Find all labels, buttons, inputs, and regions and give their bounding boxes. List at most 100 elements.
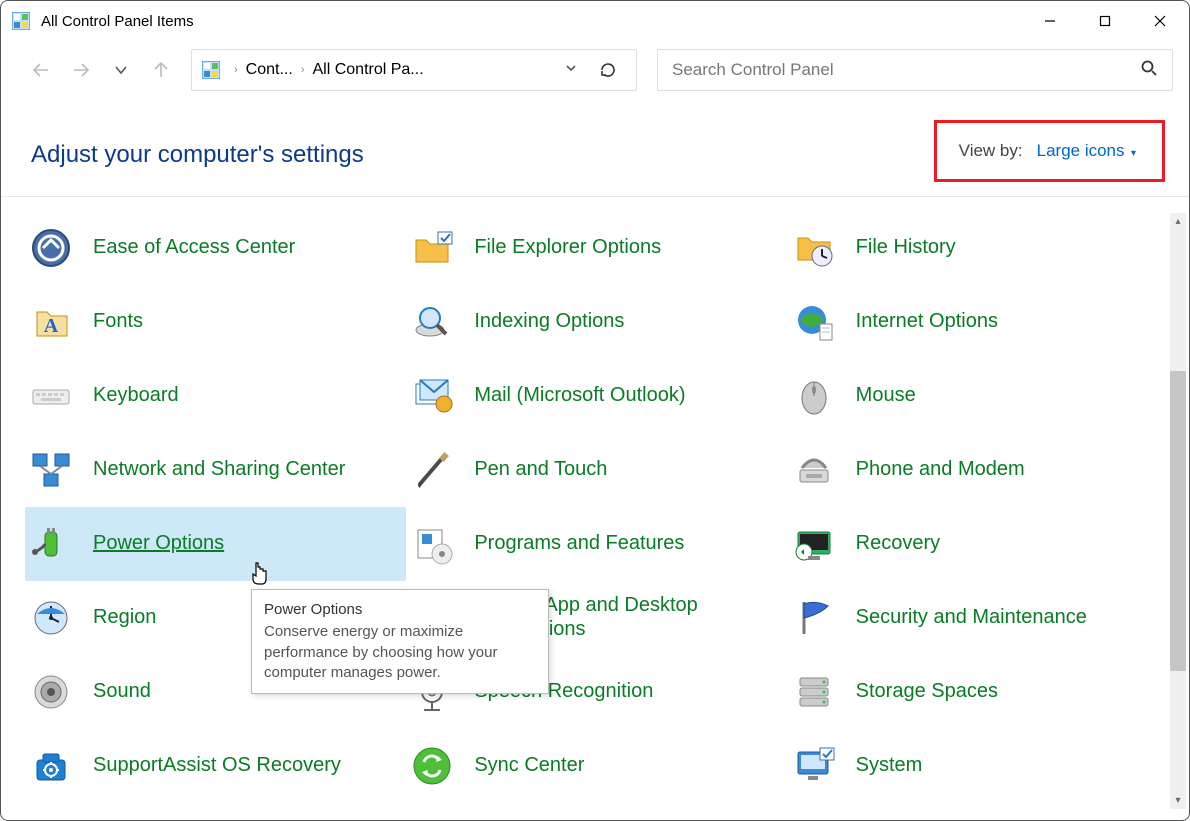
breadcrumb-segment[interactable]: All Control Pa... (312, 61, 423, 79)
control-panel-item[interactable]: Programs and Features (406, 507, 787, 581)
drives-icon (790, 668, 838, 716)
recovery-icon (790, 520, 838, 568)
titlebar: All Control Panel Items (1, 1, 1189, 41)
mouse-icon (790, 372, 838, 420)
speaker-icon (27, 668, 75, 716)
pointer-cursor-icon (249, 561, 271, 592)
item-label: Network and Sharing Center (93, 458, 345, 482)
recent-locations-button[interactable] (101, 50, 141, 90)
forward-button[interactable] (61, 50, 101, 90)
window-controls (1022, 1, 1187, 41)
control-panel-window: All Control Panel Items › Cont... › All … (0, 0, 1190, 821)
item-label: Mouse (856, 384, 916, 408)
refresh-button[interactable] (588, 60, 628, 80)
caret-down-icon: ▾ (1131, 148, 1136, 159)
control-panel-item[interactable]: Indexing Options (406, 285, 787, 359)
system-icon (790, 742, 838, 790)
item-label: Fonts (93, 310, 143, 334)
control-panel-item[interactable]: Power Options (25, 507, 406, 581)
control-panel-item[interactable]: Ease of Access Center (25, 211, 406, 285)
programs-icon (408, 520, 456, 568)
mail-icon (408, 372, 456, 420)
control-panel-icon (200, 59, 222, 81)
tooltip-title: Power Options (264, 600, 536, 620)
window-title: All Control Panel Items (41, 13, 1022, 30)
page-title: Adjust your computer's settings (31, 141, 364, 169)
item-label: Programs and Features (474, 532, 684, 556)
breadcrumb[interactable]: › Cont... › All Control Pa... (191, 49, 637, 91)
keyboard-icon (27, 372, 75, 420)
control-panel-item[interactable]: A Fonts (25, 285, 406, 359)
fonts-icon: A (27, 298, 75, 346)
view-by-selector[interactable]: View by: Large icons ▾ (934, 120, 1165, 182)
phone-icon (790, 446, 838, 494)
control-panel-item[interactable]: Storage Spaces (788, 655, 1169, 729)
view-by-label: View by: (959, 141, 1023, 161)
item-label: Storage Spaces (856, 680, 998, 704)
control-panel-item[interactable]: Phone and Modem (788, 433, 1169, 507)
item-label: Keyboard (93, 384, 179, 408)
control-panel-item[interactable]: Security and Maintenance (788, 581, 1169, 655)
chevron-down-icon[interactable] (564, 61, 578, 80)
control-panel-item[interactable]: Mouse (788, 359, 1169, 433)
control-panel-item[interactable]: Keyboard (25, 359, 406, 433)
control-panel-item[interactable]: Mail (Microsoft Outlook) (406, 359, 787, 433)
scroll-down-button[interactable]: ▾ (1170, 792, 1186, 808)
item-label: Phone and Modem (856, 458, 1025, 482)
search-icon[interactable] (1140, 59, 1158, 82)
control-panel-item[interactable]: Recovery (788, 507, 1169, 581)
item-label: Recovery (856, 532, 940, 556)
item-label: Indexing Options (474, 310, 624, 334)
item-label: File History (856, 236, 956, 260)
search-box[interactable] (657, 49, 1173, 91)
item-label: Internet Options (856, 310, 998, 334)
folder-clock-icon (790, 224, 838, 272)
breadcrumb-segment[interactable]: Cont... (246, 61, 293, 79)
indexing-icon (408, 298, 456, 346)
power-icon (27, 520, 75, 568)
back-button[interactable] (21, 50, 61, 90)
navigation-bar: › Cont... › All Control Pa... (1, 41, 1189, 99)
item-label: Power Options (93, 532, 224, 556)
tooltip: Power Options Conserve energy or maximiz… (251, 589, 549, 694)
control-panel-app-icon (11, 11, 31, 31)
supportassist-icon (27, 742, 75, 790)
item-label: Sync Center (474, 754, 584, 778)
scrollbar-thumb[interactable] (1170, 371, 1186, 671)
control-panel-item[interactable]: SupportAssist OS Recovery (25, 729, 406, 803)
control-panel-item[interactable]: System (788, 729, 1169, 803)
sync-icon (408, 742, 456, 790)
flag-icon (790, 594, 838, 642)
control-panel-item[interactable]: Sync Center (406, 729, 787, 803)
control-panel-item[interactable]: Internet Options (788, 285, 1169, 359)
tooltip-body: Conserve energy or maximize performance … (264, 622, 536, 683)
item-label: SupportAssist OS Recovery (93, 754, 341, 778)
content-header: Adjust your computer's settings View by:… (1, 99, 1189, 197)
item-label: Sound (93, 680, 151, 704)
content-area: Ease of Access Center File Explorer Optio… (1, 197, 1189, 821)
maximize-button[interactable] (1077, 1, 1132, 41)
region-icon (27, 594, 75, 642)
chevron-right-icon: › (234, 64, 238, 76)
control-panel-item[interactable]: File History (788, 211, 1169, 285)
folder-check-icon (408, 224, 456, 272)
globe-icon (790, 298, 838, 346)
item-label: Pen and Touch (474, 458, 607, 482)
item-label: Mail (Microsoft Outlook) (474, 384, 685, 408)
search-input[interactable] (672, 60, 1140, 80)
items-grid: Ease of Access Center File Explorer Optio… (1, 197, 1189, 803)
item-label: Ease of Access Center (93, 236, 295, 260)
ease-of-access-icon (27, 224, 75, 272)
control-panel-item[interactable]: File Explorer Options (406, 211, 787, 285)
chevron-right-icon: › (301, 64, 305, 76)
view-by-value: Large icons (1037, 141, 1125, 160)
minimize-button[interactable] (1022, 1, 1077, 41)
close-button[interactable] (1132, 1, 1187, 41)
item-label: File Explorer Options (474, 236, 661, 260)
control-panel-item[interactable]: Pen and Touch (406, 433, 787, 507)
control-panel-item[interactable]: Network and Sharing Center (25, 433, 406, 507)
up-button[interactable] (141, 50, 181, 90)
item-label: Security and Maintenance (856, 606, 1087, 630)
scroll-up-button[interactable]: ▴ (1170, 213, 1186, 229)
item-label: Region (93, 606, 156, 630)
